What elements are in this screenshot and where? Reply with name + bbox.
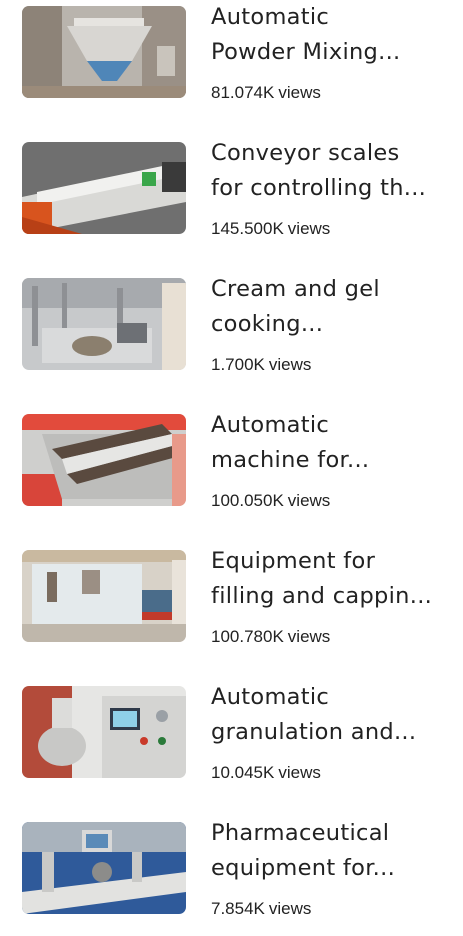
view-count: 100.050K views — [211, 491, 330, 511]
video-thumbnail[interactable] — [22, 822, 186, 914]
video-item[interactable]: Pharmaceutical equipment for... 7.854K vi… — [0, 816, 463, 936]
video-title[interactable]: Automatic machine for... — [211, 408, 451, 478]
view-count: 7.854K views — [211, 899, 311, 919]
video-title-line: filling and cappin... — [211, 583, 433, 609]
view-count-unit: views — [268, 899, 312, 918]
video-item[interactable]: Equipment for filling and cappin... 100.… — [0, 544, 463, 664]
video-title[interactable]: Conveyor scales for controlling th... — [211, 136, 451, 206]
video-thumbnail[interactable] — [22, 414, 186, 506]
view-count-unit: views — [278, 83, 321, 102]
video-title-line: equipment for... — [211, 855, 396, 881]
view-count-value: 1.700K — [211, 355, 265, 374]
view-count-unit: views — [287, 219, 331, 238]
video-title-line: machine for... — [211, 447, 370, 473]
video-title-line: granulation and... — [211, 719, 417, 745]
video-title-line: Equipment for — [211, 548, 376, 574]
video-thumbnail[interactable] — [22, 550, 186, 642]
view-count-value: 81.074K — [211, 83, 275, 102]
video-thumbnail[interactable] — [22, 686, 186, 778]
view-count: 1.700K views — [211, 355, 311, 375]
view-count-unit: views — [278, 763, 321, 782]
video-title-line: Powder Mixing... — [211, 39, 401, 65]
video-thumbnail[interactable] — [22, 142, 186, 234]
view-count: 81.074K views — [211, 83, 321, 103]
view-count-value: 145.500K — [211, 219, 284, 238]
video-title-line: Automatic — [211, 684, 330, 710]
view-count-value: 100.780K — [211, 627, 284, 646]
video-title[interactable]: Cream and gel cooking... — [211, 272, 451, 342]
video-title[interactable]: Equipment for filling and cappin... — [211, 544, 451, 614]
video-title[interactable]: Pharmaceutical equipment for... — [211, 816, 451, 886]
video-thumbnail[interactable] — [22, 6, 186, 98]
video-list: Automatic Powder Mixing... 81.074K views … — [0, 0, 463, 927]
video-item[interactable]: Automatic machine for... 100.050K views — [0, 408, 463, 528]
video-title-line: Automatic — [211, 4, 330, 30]
view-count: 100.780K views — [211, 627, 330, 647]
view-count-unit: views — [268, 355, 312, 374]
video-title-line: Cream and gel — [211, 276, 380, 302]
video-item[interactable]: Automatic granulation and... 10.045K view… — [0, 680, 463, 800]
video-item[interactable]: Automatic Powder Mixing... 81.074K views — [0, 0, 463, 120]
view-count-value: 100.050K — [211, 491, 284, 510]
video-item[interactable]: Conveyor scales for controlling th... 14… — [0, 136, 463, 256]
video-title-line: cooking... — [211, 311, 324, 337]
video-title-line: for controlling th... — [211, 175, 427, 201]
view-count-unit: views — [287, 627, 331, 646]
view-count: 10.045K views — [211, 763, 321, 783]
view-count-value: 10.045K — [211, 763, 275, 782]
view-count-unit: views — [287, 491, 331, 510]
view-count: 145.500K views — [211, 219, 330, 239]
view-count-value: 7.854K — [211, 899, 265, 918]
video-title-line: Pharmaceutical — [211, 820, 390, 846]
video-title-line: Automatic — [211, 412, 330, 438]
video-title[interactable]: Automatic Powder Mixing... — [211, 0, 451, 70]
video-thumbnail[interactable] — [22, 278, 186, 370]
video-title-line: Conveyor scales — [211, 140, 400, 166]
video-item[interactable]: Cream and gel cooking... 1.700K views — [0, 272, 463, 392]
video-title[interactable]: Automatic granulation and... — [211, 680, 451, 750]
